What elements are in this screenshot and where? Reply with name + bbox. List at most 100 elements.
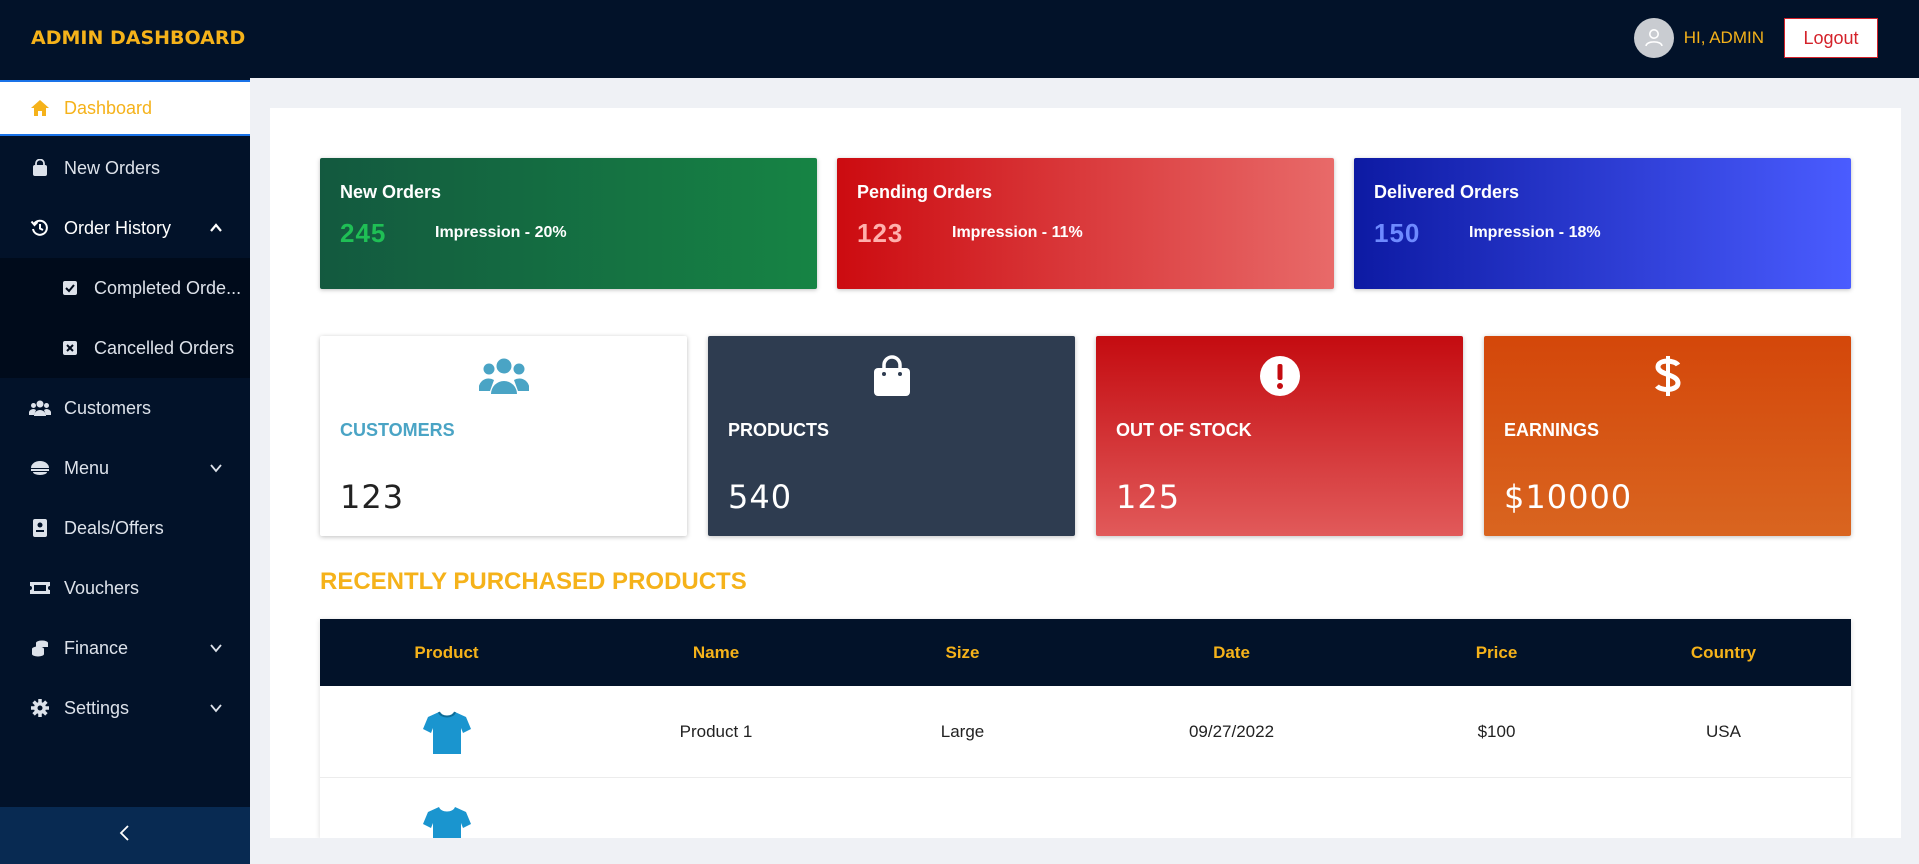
product-price: $100 xyxy=(1477,721,1516,741)
table-row[interactable] xyxy=(320,778,1851,838)
user-avatar-icon[interactable] xyxy=(1633,18,1674,58)
shopping-bag-icon xyxy=(28,156,52,180)
card-impression: Impression - 20% xyxy=(435,224,567,241)
chevron-down-icon[interactable] xyxy=(204,456,228,480)
recent-products-title: RECENTLY PURCHASED PRODUCTS xyxy=(320,568,747,595)
sidebar-item-label: Order History xyxy=(64,217,172,238)
top-bar: ADMIN DASHBOARD HI, ADMIN Logout xyxy=(0,0,1919,78)
stat-value: 125 xyxy=(1116,478,1181,516)
sidebar-item-deals-offers[interactable]: Deals/Offers xyxy=(0,498,250,558)
chevron-left-icon xyxy=(117,824,133,847)
new-orders-card[interactable]: New Orders 245 Impression - 20% xyxy=(320,158,817,289)
sidebar-item-dashboard[interactable]: Dashboard xyxy=(0,80,250,136)
chevron-down-icon[interactable] xyxy=(204,636,228,660)
column-header[interactable]: Product xyxy=(320,619,573,686)
card-count: 245 xyxy=(340,218,387,248)
user-area: HI, ADMIN Logout xyxy=(1633,18,1878,58)
sidebar-item-vouchers[interactable]: Vouchers xyxy=(0,558,250,618)
product-country xyxy=(1596,778,1851,838)
menu-bowl-icon xyxy=(28,456,52,480)
card-impression: Impression - 18% xyxy=(1469,224,1601,241)
dollar-icon xyxy=(1484,352,1851,400)
customers-stat-card[interactable]: CUSTOMERS 123 xyxy=(320,336,687,536)
purchase-date: 09/27/2022 xyxy=(1188,721,1275,741)
product-name: Product 1 xyxy=(679,721,753,741)
x-square-icon xyxy=(58,336,82,360)
pending-orders-card[interactable]: Pending Orders 123 Impression - 11% xyxy=(837,158,1334,289)
sidebar-item-finance[interactable]: Finance xyxy=(0,618,250,678)
sidebar-item-settings[interactable]: Settings xyxy=(0,678,250,738)
sidebar-item-order-history[interactable]: Order History xyxy=(0,198,250,258)
product-country: USA xyxy=(1706,721,1741,741)
sidebar-item-label: Finance xyxy=(64,637,129,658)
sidebar-item-label: Dashboard xyxy=(64,97,153,118)
product-image xyxy=(320,686,573,777)
stat-label: EARNINGS xyxy=(1504,420,1600,440)
history-icon xyxy=(28,216,52,240)
stat-value: $10000 xyxy=(1504,478,1633,516)
users-icon xyxy=(320,352,687,400)
sidebar-collapse-button[interactable] xyxy=(0,807,250,864)
sidebar-item-completed-orders[interactable]: Completed Orde... xyxy=(0,258,250,318)
sidebar-item-menu[interactable]: Menu xyxy=(0,438,250,498)
column-header[interactable]: Date xyxy=(1066,619,1397,686)
sidebar-item-label: New Orders xyxy=(64,157,161,178)
main-content: New Orders 245 Impression - 20% Pending … xyxy=(270,108,1901,838)
stat-value: 123 xyxy=(340,478,405,516)
sidebar-item-new-orders[interactable]: New Orders xyxy=(0,138,250,198)
users-icon xyxy=(28,396,52,420)
ticket-icon xyxy=(28,576,52,600)
tshirt-icon xyxy=(422,807,471,838)
home-icon xyxy=(28,96,52,120)
card-title: Pending Orders xyxy=(857,182,993,202)
table-row[interactable]: Product 1 Large 09/27/2022 $100 USA xyxy=(320,686,1851,778)
column-header[interactable]: Country xyxy=(1596,619,1851,686)
shopping-bag-icon xyxy=(708,352,1075,400)
stat-label: OUT OF STOCK xyxy=(1116,420,1252,440)
card-count: 150 xyxy=(1374,218,1421,248)
product-name xyxy=(573,778,859,838)
sidebar-item-cancelled-orders[interactable]: Cancelled Orders xyxy=(0,318,250,378)
sidebar-item-label: Settings xyxy=(64,697,130,718)
chevron-up-icon[interactable] xyxy=(204,216,228,240)
delivered-orders-card[interactable]: Delivered Orders 150 Impression - 18% xyxy=(1354,158,1851,289)
gear-icon xyxy=(28,696,52,720)
card-count: 123 xyxy=(857,218,904,248)
brand-title[interactable]: ADMIN DASHBOARD xyxy=(31,27,245,49)
tshirt-icon xyxy=(422,711,471,754)
column-header[interactable]: Size xyxy=(859,619,1066,686)
table-header: Product Name Size Date Price Country xyxy=(320,619,1851,686)
order-history-submenu: Completed Orde... Cancelled Orders xyxy=(0,258,250,378)
product-size: Large xyxy=(940,721,985,741)
stat-label: PRODUCTS xyxy=(728,420,830,440)
card-impression: Impression - 11% xyxy=(952,224,1083,241)
sidebar-item-label: Vouchers xyxy=(64,577,140,598)
deals-icon xyxy=(28,516,52,540)
column-header[interactable]: Name xyxy=(573,619,859,686)
product-price xyxy=(1397,778,1596,838)
stat-label: CUSTOMERS xyxy=(340,420,455,440)
earnings-stat-card[interactable]: EARNINGS $10000 xyxy=(1484,336,1851,536)
sidebar-item-customers[interactable]: Customers xyxy=(0,378,250,438)
products-stat-card[interactable]: PRODUCTS 540 xyxy=(708,336,1075,536)
sidebar-item-label: Cancelled Orders xyxy=(94,337,235,358)
column-header[interactable]: Price xyxy=(1397,619,1596,686)
out-of-stock-stat-card[interactable]: OUT OF STOCK 125 xyxy=(1096,336,1463,536)
card-title: New Orders xyxy=(340,182,442,202)
sidebar-item-label: Menu xyxy=(64,457,110,478)
recent-products-table: Product Name Size Date Price Country Pro… xyxy=(320,619,1851,838)
stat-value: 540 xyxy=(728,478,793,516)
logout-button[interactable]: Logout xyxy=(1784,18,1878,58)
sidebar: Dashboard New Orders Order History Compl… xyxy=(0,78,250,864)
card-title: Delivered Orders xyxy=(1374,182,1520,202)
sidebar-item-label: Completed Orde... xyxy=(94,277,242,298)
chevron-down-icon[interactable] xyxy=(204,696,228,720)
user-greeting: HI, ADMIN xyxy=(1683,28,1764,47)
product-size xyxy=(859,778,1066,838)
sidebar-item-label: Customers xyxy=(64,397,152,418)
product-image xyxy=(320,778,573,838)
alert-icon xyxy=(1096,352,1463,400)
sidebar-item-label: Deals/Offers xyxy=(64,517,164,538)
purchase-date xyxy=(1066,778,1397,838)
check-square-icon xyxy=(58,276,82,300)
